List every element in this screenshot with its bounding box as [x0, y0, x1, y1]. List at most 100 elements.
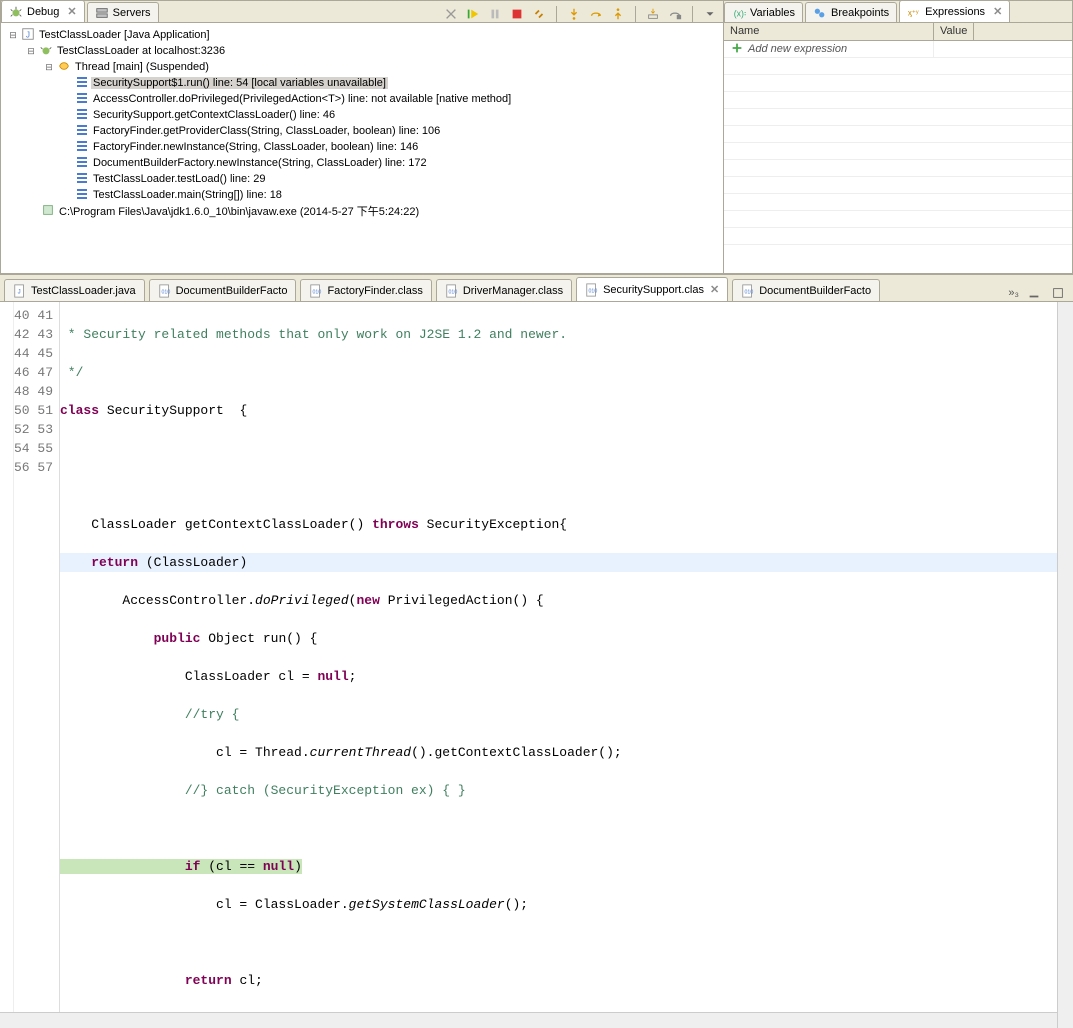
stack-frame-icon: [75, 187, 91, 203]
svg-text:(x)=: (x)=: [734, 8, 746, 18]
code-text: cl;: [232, 973, 263, 988]
code-text: public: [60, 631, 200, 646]
code-editor[interactable]: 40 41 42 43 44 45 46 47 48 49 50 51 52 5…: [0, 302, 1073, 1028]
code-text: currentThread: [310, 745, 411, 760]
tab-variables[interactable]: (x)= Variables: [724, 2, 803, 22]
svg-text:010: 010: [161, 289, 170, 295]
java-app-icon: J: [21, 27, 37, 43]
code-text: ().getContextClassLoader();: [411, 745, 622, 760]
code-text: ): [294, 859, 302, 874]
svg-text:J: J: [18, 288, 21, 295]
stack-frame[interactable]: TestClassLoader.testLoad() line: 29: [91, 173, 267, 185]
editor-tab-label: DocumentBuilderFacto: [176, 285, 288, 297]
thread-icon: [57, 59, 73, 75]
code-text: SecurityException{: [419, 517, 567, 532]
line-gutter: 40 41 42 43 44 45 46 47 48 49 50 51 52 5…: [14, 302, 60, 1028]
tree-thread[interactable]: Thread [main] (Suspended): [73, 61, 211, 73]
tab-expressions[interactable]: ᶍ⁺ʸ Expressions ✕: [899, 0, 1010, 22]
right-tabbar: (x)= Variables Breakpoints ᶍ⁺ʸ Expressio…: [724, 1, 1072, 23]
code-text: null: [317, 669, 348, 684]
stack-frame[interactable]: AccessController.doPrivileged(Privileged…: [91, 93, 513, 105]
editor-tab[interactable]: 010DriverManager.class: [436, 279, 572, 301]
horizontal-scrollbar[interactable]: [0, 1012, 1057, 1028]
suspend-button[interactable]: [486, 6, 504, 22]
editor-tab-active[interactable]: 010SecuritySupport.clas✕: [576, 277, 728, 301]
remove-terminated-button[interactable]: [442, 6, 460, 22]
editor-tab-label: TestClassLoader.java: [31, 285, 136, 297]
expressions-icon: ᶍ⁺ʸ: [907, 5, 921, 19]
editor-tab-label: DriverManager.class: [463, 285, 563, 297]
tree-process[interactable]: TestClassLoader at localhost:3236: [55, 45, 227, 57]
editor-tab[interactable]: 010 DocumentBuilderFacto: [732, 279, 880, 301]
add-expression-label[interactable]: Add new expression: [748, 43, 847, 55]
editor-tab[interactable]: J TestClassLoader.java: [4, 279, 145, 301]
bug-icon: [9, 5, 23, 19]
tab-servers[interactable]: Servers: [87, 2, 159, 22]
class-file-icon: 010: [585, 283, 599, 297]
drop-to-frame-button[interactable]: [644, 6, 662, 22]
col-name[interactable]: Name: [724, 23, 934, 40]
collapse-icon[interactable]: ⊟: [23, 46, 39, 57]
resume-button[interactable]: [464, 6, 482, 22]
step-over-button[interactable]: [587, 6, 605, 22]
disconnect-button[interactable]: [530, 6, 548, 22]
close-icon[interactable]: ✕: [993, 5, 1002, 18]
code-text: Object run() {: [200, 631, 317, 646]
use-step-filters-button[interactable]: [666, 6, 684, 22]
code-text: //try {: [60, 707, 239, 722]
stack-frame[interactable]: SecuritySupport.getContextClassLoader() …: [91, 109, 337, 121]
code-text: doPrivileged: [255, 593, 349, 608]
class-file-icon: 010: [309, 284, 323, 298]
tab-variables-label: Variables: [750, 7, 795, 19]
stack-frame[interactable]: TestClassLoader.main(String[]) line: 18: [91, 189, 284, 201]
tab-debug-label: Debug: [27, 6, 59, 18]
view-menu-button[interactable]: [701, 6, 719, 22]
tree-jvm[interactable]: C:\Program Files\Java\jdk1.6.0_10\bin\ja…: [57, 203, 421, 219]
code-text: * Security related methods that only wor…: [60, 327, 567, 342]
expressions-grid[interactable]: Add new expression: [724, 41, 1072, 273]
stack-frame-icon: [75, 123, 91, 139]
code-text: (ClassLoader): [146, 555, 247, 570]
terminate-button[interactable]: [508, 6, 526, 22]
code-text: return: [60, 973, 232, 988]
maximize-button[interactable]: [1049, 285, 1067, 301]
stack-frame-icon: [75, 75, 91, 91]
stack-frame[interactable]: FactoryFinder.getProviderClass(String, C…: [91, 125, 442, 137]
debug-toolbar: [442, 6, 723, 22]
code-text: (cl ==: [200, 859, 262, 874]
svg-text:010: 010: [745, 289, 754, 295]
editor-tab[interactable]: 010FactoryFinder.class: [300, 279, 431, 301]
code-text: return: [60, 555, 146, 570]
stack-frame-icon: [75, 91, 91, 107]
tab-servers-label: Servers: [113, 7, 151, 19]
debug-tree[interactable]: ⊟ J TestClassLoader [Java Application] ⊟…: [1, 23, 723, 273]
stack-frame[interactable]: DocumentBuilderFactory.newInstance(Strin…: [91, 157, 429, 169]
code-area[interactable]: * Security related methods that only wor…: [60, 302, 1057, 1028]
collapse-icon[interactable]: ⊟: [5, 30, 21, 41]
more-tabs-button[interactable]: »₃: [1008, 287, 1019, 299]
editor-tab-label: DocumentBuilderFacto: [759, 285, 871, 297]
collapse-icon[interactable]: ⊟: [41, 62, 57, 73]
step-return-button[interactable]: [609, 6, 627, 22]
editor-tab[interactable]: 010 DocumentBuilderFacto: [149, 279, 297, 301]
minimize-button[interactable]: [1025, 285, 1043, 301]
stack-frame[interactable]: FactoryFinder.newInstance(String, ClassL…: [91, 141, 420, 153]
stack-frame-icon: [75, 171, 91, 187]
tree-root[interactable]: TestClassLoader [Java Application]: [37, 29, 212, 41]
close-icon[interactable]: ✕: [67, 5, 76, 18]
close-icon[interactable]: ✕: [710, 283, 719, 296]
stack-frame[interactable]: SecuritySupport$1.run() line: 54 [local …: [91, 77, 388, 89]
java-file-icon: J: [13, 284, 27, 298]
marker-strip: [0, 302, 14, 1028]
stack-frame-icon: [75, 155, 91, 171]
step-into-button[interactable]: [565, 6, 583, 22]
code-text: ClassLoader cl =: [60, 669, 317, 684]
vertical-scrollbar[interactable]: [1057, 302, 1073, 1028]
svg-text:J: J: [26, 31, 30, 40]
tab-debug[interactable]: Debug ✕: [1, 0, 85, 22]
tab-breakpoints[interactable]: Breakpoints: [805, 2, 897, 22]
code-text: ();: [505, 897, 528, 912]
code-text: */: [60, 365, 83, 380]
col-value[interactable]: Value: [934, 23, 974, 40]
code-text: SecuritySupport {: [99, 403, 247, 418]
